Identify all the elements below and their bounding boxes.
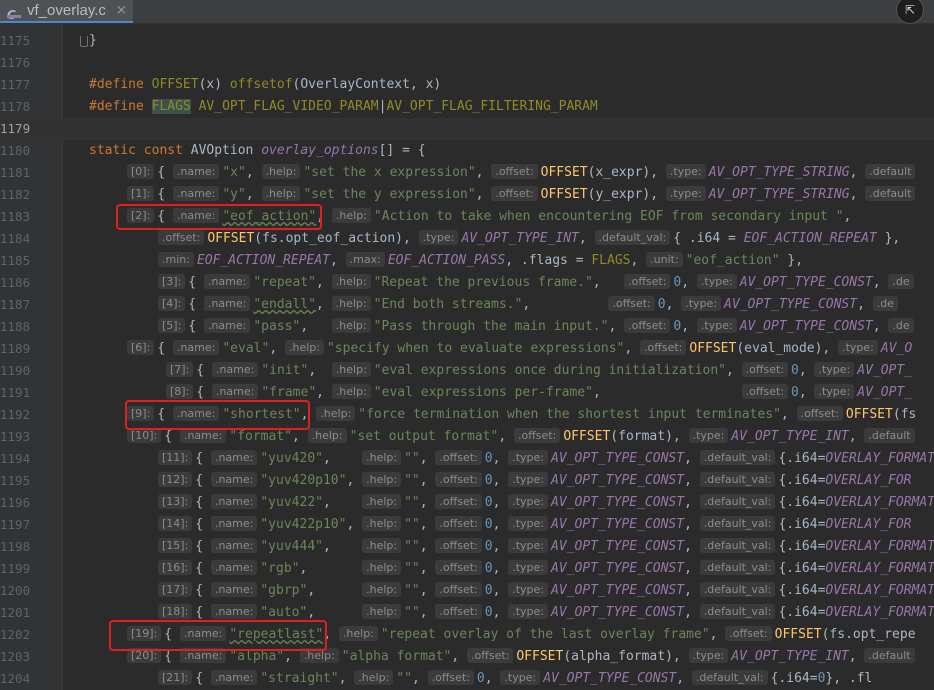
code-text: [4]:{ .name: "endall", .help: "End both st…	[158, 294, 901, 316]
code-text: .min: EOF_ACTION_REPEAT, .max: EOF_ACTION_…	[158, 250, 803, 272]
line-number: 1180	[0, 143, 31, 158]
close-icon[interactable]: ×	[116, 3, 127, 18]
code-line: 1190 [7]:{ .name: "init", .help: "eval exp…	[0, 360, 934, 382]
line-number: 1204	[0, 671, 31, 686]
editor-tab-bar: C vf_overlay.c × ⇱	[0, 0, 934, 24]
line-number: 1203	[0, 649, 31, 664]
code-text: [6]:{ .name: "eval", .help: "specify when …	[127, 338, 912, 360]
code-line: 1176	[0, 52, 934, 74]
ide-window: C vf_overlay.c × ⇱ 1175 } 1176 1177 #def…	[0, 0, 934, 690]
code-text: [1]:{ .name: "y", .help: "set the y expres…	[127, 184, 918, 206]
line-number: 1196	[0, 495, 31, 510]
code-text: [5]:{ .name: "pass", .help: "Pass through …	[158, 316, 917, 338]
line-number: 1189	[0, 341, 31, 356]
code-line: 1181 [0]:{ .name: "x", .help: "set the x e…	[0, 162, 934, 184]
code-line: 1196 [13]:{ .name: "yuv422", .help: "", .o…	[0, 492, 934, 514]
line-number: 1192	[0, 407, 31, 422]
code-text: [14]:{ .name: "yuv422p10", .help: "", .off…	[158, 514, 912, 536]
line-number: 1175	[0, 33, 31, 48]
code-line: 1187 [4]:{ .name: "endall", .help: "End bo…	[0, 294, 934, 316]
line-number: 1177	[0, 77, 31, 92]
line-number: 1183	[0, 209, 31, 224]
code-line: 1188 [5]:{ .name: "pass", .help: "Pass thr…	[0, 316, 934, 338]
code-line: 1200 [17]:{ .name: "gbrp", .help: "", .off…	[0, 580, 934, 602]
line-number: 1195	[0, 473, 31, 488]
line-number: 1200	[0, 583, 31, 598]
code-line: 1197 [14]:{ .name: "yuv422p10", .help: "",…	[0, 514, 934, 536]
line-number: 1181	[0, 165, 31, 180]
code-text: [0]:{ .name: "x", .help: "set the x expres…	[127, 162, 918, 184]
line-number: 1202	[0, 627, 31, 642]
code-text: }	[89, 33, 97, 48]
line-number: 1193	[0, 429, 31, 444]
code-text: [17]:{ .name: "gbrp", .help: "", .offset: 0…	[158, 580, 934, 602]
code-line: 1177 #define OFFSET(x) offsetof(OverlayC…	[0, 74, 934, 96]
c-file-icon: C	[7, 4, 21, 22]
line-number: 1187	[0, 297, 31, 312]
line-number: 1182	[0, 187, 31, 202]
code-text: [12]:{ .name: "yuv420p10", .help: "", .off…	[158, 470, 912, 492]
code-text: [3]:{ .name: "repeat", .help: "Repeat the …	[158, 272, 917, 294]
code-text: [21]:{ .name: "straight", .help: "", .offs…	[158, 668, 872, 690]
code-text: #define OFFSET(x) offsetof(OverlayContex…	[89, 77, 442, 92]
code-text: #define FLAGS AV_OPT_FLAG_VIDEO_PARAM|AV…	[89, 99, 598, 114]
code-line: 1178 #define FLAGS AV_OPT_FLAG_VIDEO_PAR…	[0, 96, 934, 118]
code-text: [13]:{ .name: "yuv422", .help: "", .offset…	[158, 492, 934, 514]
line-number: 1184	[0, 231, 31, 246]
line-number: 1190	[0, 363, 31, 378]
code-line: 1182 [1]:{ .name: "y", .help: "set the y e…	[0, 184, 934, 206]
tab-filename: vf_overlay.c	[27, 2, 106, 19]
line-number: 1198	[0, 539, 31, 554]
line-number: 1185	[0, 253, 31, 268]
line-number: 1201	[0, 605, 31, 620]
line-number: 1178	[0, 99, 31, 114]
code-text: static const AVOption overlay_options[] …	[89, 143, 426, 158]
code-line: 1184 .offset: OFFSET(fs.opt_eof_action), …	[0, 228, 934, 250]
highlight-box-shortest	[125, 400, 310, 430]
line-number: 1188	[0, 319, 31, 334]
line-number: 1179	[0, 121, 31, 136]
line-number: 1199	[0, 561, 31, 576]
code-line: 1195 [12]:{ .name: "yuv420p10", .help: "",…	[0, 470, 934, 492]
code-line: 1175 }	[0, 30, 934, 52]
code-text: [16]:{ .name: "rgb", .help: "", .offset: 0,…	[158, 558, 934, 580]
code-line: 1185 .min: EOF_ACTION_REPEAT, .max: EOF_AC…	[0, 250, 934, 272]
highlight-box-repeatlast	[109, 620, 327, 651]
code-text: .offset: OFFSET(fs.opt_eof_action), .type…	[158, 228, 900, 250]
code-line: 1189 [6]:{ .name: "eval", .help: "specify …	[0, 338, 934, 360]
code-text: [15]:{ .name: "yuv444", .help: "", .offset…	[158, 536, 934, 558]
code-line: 1180 static const AVOption overlay_optio…	[0, 140, 934, 162]
expand-icon[interactable]: ⇱	[896, 0, 924, 24]
tab-vf-overlay-c[interactable]: C vf_overlay.c ×	[0, 0, 133, 23]
line-number: 1191	[0, 385, 31, 400]
code-text: [11]:{ .name: "yuv420", .help: "", .offset…	[158, 448, 934, 470]
line-number: 1194	[0, 451, 31, 466]
line-number: 1176	[0, 55, 31, 70]
code-line-current: 1179	[0, 118, 934, 140]
highlight-box-eof-action	[116, 204, 322, 230]
code-line: 1199 [16]:{ .name: "rgb", .help: "", .offs…	[0, 558, 934, 580]
code-line: 1194 [11]:{ .name: "yuv420", .help: "", .o…	[0, 448, 934, 470]
code-line: 1198 [15]:{ .name: "yuv444", .help: "", .o…	[0, 536, 934, 558]
code-line: 1186 [3]:{ .name: "repeat", .help: "Repeat…	[0, 272, 934, 294]
code-line: 1204 [21]:{ .name: "straight", .help: "", …	[0, 668, 934, 690]
code-text: [7]:{ .name: "init", .help: "eval expressi…	[166, 360, 912, 382]
line-number: 1197	[0, 517, 31, 532]
line-number: 1186	[0, 275, 31, 290]
